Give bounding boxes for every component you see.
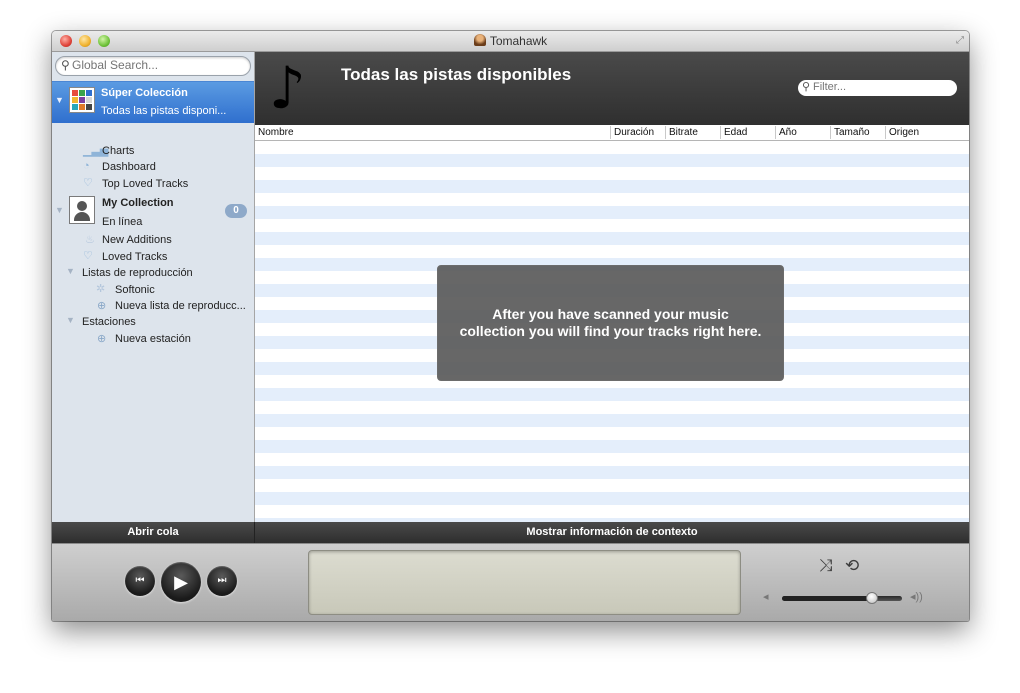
add-icon: ⊕	[97, 333, 107, 345]
playlists-header: Listas de reproducción	[82, 267, 193, 279]
dashboard-icon: ◔	[83, 160, 90, 172]
column-header-ano[interactable]: Año	[775, 126, 829, 139]
volume-low-icon: ◂	[763, 591, 769, 603]
search-icon: ⚲	[802, 81, 811, 93]
global-search[interactable]: ⚲	[55, 56, 251, 76]
column-header-duracion[interactable]: Duración	[610, 126, 664, 139]
column-header-origen[interactable]: Origen	[885, 126, 969, 139]
sidebar-item-label: Loved Tracks	[102, 251, 168, 263]
repeat-icon[interactable]: ⟲	[845, 556, 859, 576]
expand-triangle-icon[interactable]: ▼	[66, 266, 75, 276]
now-playing-display	[308, 550, 741, 615]
count-badge: 0	[225, 204, 247, 218]
expand-triangle-icon[interactable]: ▼	[55, 205, 64, 215]
page-header: ♪ Todas las pistas disponibles ⚲	[255, 52, 969, 125]
empty-collection-message: After you have scanned your music collec…	[437, 265, 784, 381]
expand-triangle-icon[interactable]: ▼	[66, 315, 75, 325]
volume-slider-handle[interactable]	[866, 592, 878, 604]
global-search-input[interactable]	[72, 58, 242, 72]
volume-high-icon: ◂))	[910, 591, 923, 603]
column-header-bitrate[interactable]: Bitrate	[665, 126, 719, 139]
previous-button[interactable]: ⏮	[125, 566, 155, 596]
add-icon: ⊕	[97, 300, 107, 312]
music-note-icon: ♪	[269, 54, 307, 122]
search-icon: ⚲	[61, 58, 70, 72]
sidebar-item-label: Nueva lista de reproducc...	[115, 300, 246, 312]
my-collection-status: En línea	[102, 216, 143, 228]
super-collection-subtitle: Todas las pistas disponi...	[101, 105, 227, 117]
player-bar: ⏮ ▶ ⏭ ⤨ ⟲ ◂ ◂))	[52, 543, 969, 621]
next-button[interactable]: ⏭	[207, 566, 237, 596]
open-queue-button[interactable]: Abrir cola	[52, 522, 255, 543]
sidebar-item-label: Top Loved Tracks	[102, 178, 189, 190]
column-header-edad[interactable]: Edad	[720, 126, 774, 139]
filter-field[interactable]: ⚲	[798, 80, 957, 96]
fullscreen-icon[interactable]: ⤢	[956, 35, 964, 46]
volume-level	[782, 596, 872, 601]
sidebar-item-label: Dashboard	[102, 161, 156, 173]
page-title: Todas las pistas disponibles	[341, 65, 572, 84]
sidebar-item-label: New Additions	[102, 234, 172, 246]
show-context-info-button[interactable]: Mostrar información de contexto	[255, 522, 969, 543]
heart-icon: ♡	[83, 177, 93, 189]
sidebar-item-label: Charts	[102, 145, 135, 157]
sidebar-item-label: Softonic	[115, 284, 155, 296]
my-collection-title: My Collection	[102, 197, 174, 209]
stations-header: Estaciones	[82, 316, 136, 328]
super-collection-title: Súper Colección	[101, 87, 188, 99]
playlist-icon: ✲	[96, 283, 106, 295]
filter-input[interactable]	[813, 81, 951, 93]
flame-icon: ♨	[85, 234, 95, 246]
sidebar-item-label: Nueva estación	[115, 333, 191, 345]
expand-triangle-icon[interactable]: ▼	[55, 95, 64, 105]
track-table-header: Nombre Duración Bitrate Edad Año Tamaño …	[255, 125, 969, 141]
volume-slider[interactable]	[782, 592, 902, 604]
play-icon: ▶	[174, 572, 188, 592]
window-title: Tomahawk	[52, 34, 969, 48]
sidebar: ⚲ ▼ Súper Colección Todas las pistas dis…	[52, 52, 255, 522]
empty-message-text: After you have scanned your music collec…	[459, 306, 762, 339]
shuffle-icon[interactable]: ⤨	[819, 556, 833, 576]
tomahawk-window: Tomahawk ⤢ ⚲ ▼ Súper Colección Todas las…	[52, 31, 969, 621]
column-header-tamano[interactable]: Tamaño	[830, 126, 884, 139]
play-button[interactable]: ▶	[161, 562, 201, 602]
super-collection-icon	[69, 87, 95, 113]
avatar	[69, 196, 95, 224]
sidebar-item-super-collection[interactable]: ▼ Súper Colección Todas las pistas dispo…	[52, 81, 254, 123]
window-title-text: Tomahawk	[489, 34, 548, 48]
next-icon: ⏭	[217, 575, 227, 586]
title-bar: Tomahawk ⤢	[52, 31, 969, 52]
column-header-nombre[interactable]: Nombre	[255, 126, 610, 139]
heart-icon: ♡	[83, 250, 93, 262]
tomahawk-app-icon	[473, 34, 486, 46]
previous-icon: ⏮	[135, 575, 145, 586]
